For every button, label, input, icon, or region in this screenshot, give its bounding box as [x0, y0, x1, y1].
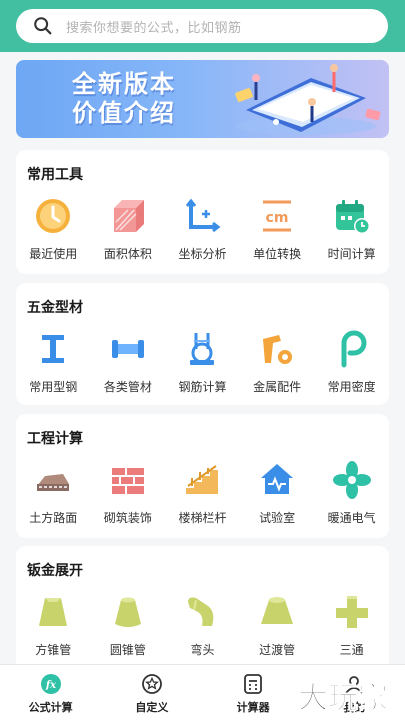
tab-label: 自定义 — [135, 701, 169, 714]
fan-icon — [332, 461, 371, 499]
promo-banner[interactable]: 全新版本 价值介绍 — [16, 60, 389, 138]
tool-label: 过渡管 — [259, 643, 296, 657]
tool-label: 最近使用 — [29, 247, 78, 261]
section-title: 工程计算 — [27, 431, 83, 447]
search-icon — [34, 17, 52, 35]
section-title: 钣金展开 — [27, 563, 83, 579]
tool-transition-pipe[interactable]: 过渡管 — [240, 592, 315, 658]
tool-label: 常用型钢 — [29, 380, 78, 394]
banner-title: 全新版本 价值介绍 — [72, 70, 176, 128]
round-cone-icon — [114, 597, 141, 627]
tool-tee[interactable]: 三通 — [314, 592, 389, 658]
svg-text:cm: cm — [266, 210, 289, 226]
banner-illustration — [235, 64, 381, 135]
tool-label: 面积体积 — [103, 247, 152, 261]
pipe-icon — [111, 340, 144, 358]
tool-label: 弯头 — [190, 643, 215, 657]
road-icon — [37, 474, 70, 491]
svg-text:大玩家: 大玩家 — [298, 681, 388, 716]
tab-label: 公式计算 — [28, 701, 73, 714]
banner-line-1: 全新版本 — [72, 70, 176, 98]
top-bar: 搜索你想要的公式，比如钢筋 — [0, 0, 405, 52]
coordinate-icon — [186, 198, 221, 233]
tool-laboratory[interactable]: 试验室 — [240, 460, 315, 526]
banner-line-2: 价值介绍 — [72, 99, 176, 127]
section-title: 五金型材 — [27, 300, 83, 316]
tool-label: 试验室 — [259, 511, 296, 525]
tool-label: 时间计算 — [327, 247, 376, 261]
calendar-icon — [335, 200, 370, 234]
tool-label: 金属配件 — [253, 380, 302, 394]
section-hardware: 五金型材 常用型钢 各类管材 钢筋计算 金属配件 常用密度 — [16, 283, 389, 405]
tool-hvac-electric[interactable]: 暖通电气 — [314, 460, 389, 526]
section-common-tools: 常用工具 最近使用 面积体积 坐标分析 cm 单位转换 时间计算 — [16, 150, 389, 274]
elbow-icon — [188, 597, 214, 626]
tool-round-cone[interactable]: 圆锥管 — [91, 592, 166, 658]
tool-steel-profile[interactable]: 常用型钢 — [16, 329, 91, 395]
watermark-logo: 大玩家 — [298, 681, 389, 717]
tool-stairs-railing[interactable]: 楼梯栏杆 — [165, 460, 240, 526]
tool-label: 三通 — [339, 643, 364, 657]
tool-area-volume[interactable]: 面积体积 — [91, 196, 166, 262]
cube-icon — [113, 200, 144, 232]
tool-label: 各类管材 — [103, 380, 152, 394]
tool-pipes[interactable]: 各类管材 — [91, 329, 166, 395]
unit-cm-icon: cm — [263, 200, 292, 232]
tool-label: 土方路面 — [29, 511, 78, 525]
tool-unit-convert[interactable]: cm 单位转换 — [240, 196, 315, 262]
tab-custom[interactable]: 自定义 — [101, 665, 202, 720]
brick-icon — [111, 468, 144, 494]
search-placeholder: 搜索你想要的公式，比如钢筋 — [66, 20, 242, 36]
tool-coordinate[interactable]: 坐标分析 — [165, 196, 240, 262]
tool-label: 常用密度 — [327, 380, 376, 394]
tool-elbow[interactable]: 弯头 — [165, 592, 240, 658]
search-input[interactable]: 搜索你想要的公式，比如钢筋 — [16, 9, 388, 43]
section-engineering: 工程计算 土方路面 砌筑装饰 楼梯栏杆 试验室 暖通电气 — [16, 414, 389, 538]
transition-pipe-icon — [261, 597, 294, 624]
tool-label: 单位转换 — [253, 247, 302, 261]
tool-time-calc[interactable]: 时间计算 — [314, 196, 389, 262]
tee-icon — [335, 596, 368, 628]
section-sheet-metal: 钣金展开 方锥管 圆锥管 弯头 过渡管 三通 — [16, 546, 389, 670]
square-cone-icon — [39, 598, 68, 626]
fitting-icon — [263, 335, 293, 364]
lab-house-icon — [261, 464, 294, 494]
svg-text:fx: fx — [44, 680, 56, 691]
tool-rebar[interactable]: 钢筋计算 — [165, 329, 240, 395]
tool-label: 圆锥管 — [109, 643, 146, 657]
clock-icon — [36, 199, 71, 233]
i-beam-icon — [42, 335, 65, 363]
section-title: 常用工具 — [27, 167, 83, 183]
tool-density[interactable]: 常用密度 — [314, 329, 389, 395]
rebar-icon — [190, 333, 215, 365]
tool-recent[interactable]: 最近使用 — [16, 196, 91, 262]
tool-label: 钢筋计算 — [178, 380, 227, 394]
tool-label: 暖通电气 — [327, 511, 376, 525]
calculator-icon — [244, 674, 263, 694]
tool-metal-fittings[interactable]: 金属配件 — [240, 329, 315, 395]
tool-square-cone[interactable]: 方锥管 — [16, 592, 91, 658]
tool-label: 方锥管 — [35, 643, 72, 657]
stairs-icon — [186, 465, 219, 494]
tool-label: 砌筑装饰 — [103, 511, 152, 525]
star-badge-icon — [141, 674, 162, 694]
density-icon — [341, 330, 367, 368]
fx-icon: fx — [40, 674, 61, 694]
tool-earthwork-road[interactable]: 土方路面 — [16, 460, 91, 526]
tool-label: 楼梯栏杆 — [178, 511, 227, 525]
tab-formula-calc[interactable]: fx 公式计算 — [0, 665, 101, 720]
tool-masonry[interactable]: 砌筑装饰 — [91, 460, 166, 526]
tool-label: 坐标分析 — [178, 247, 227, 261]
tab-label: 计算器 — [236, 701, 270, 714]
